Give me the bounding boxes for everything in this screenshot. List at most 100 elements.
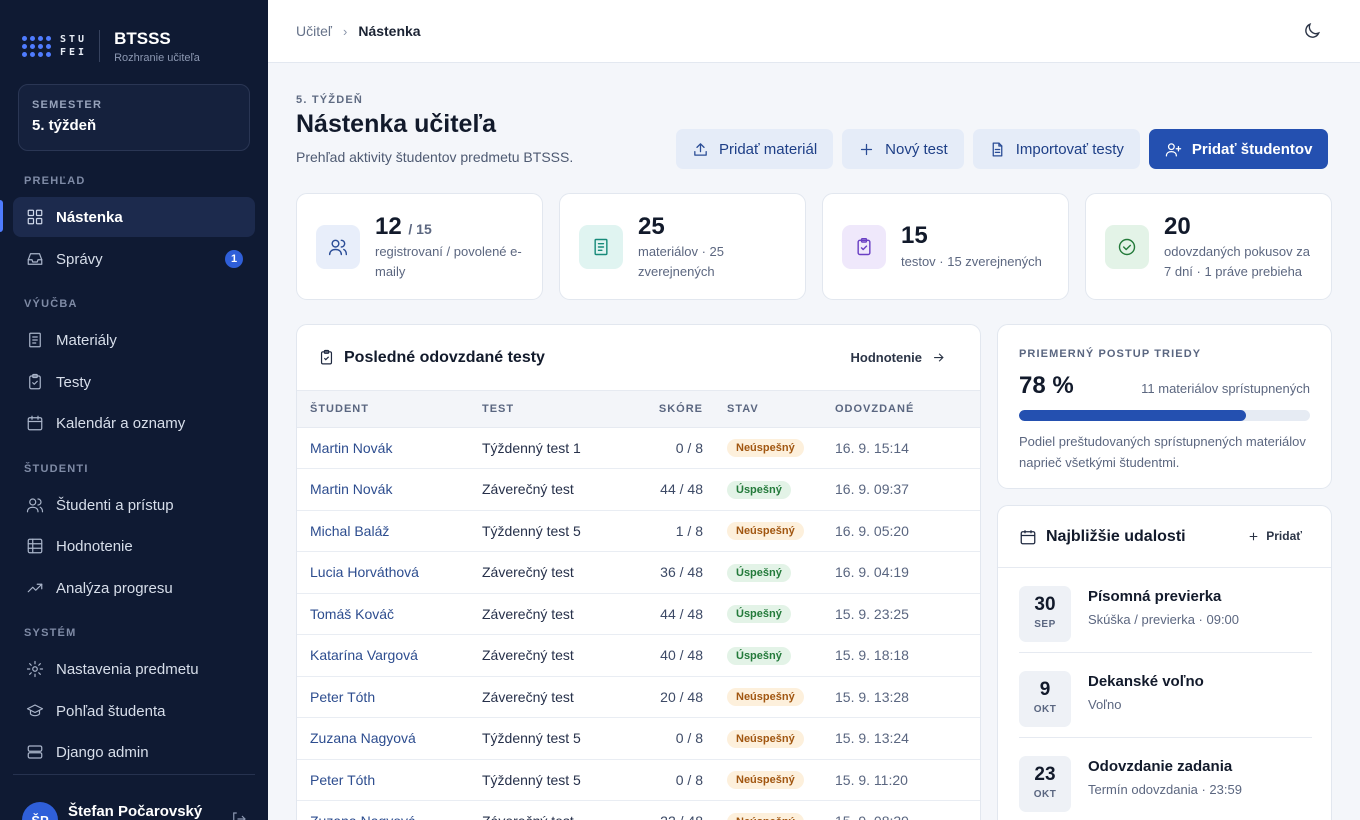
book-icon <box>25 330 45 350</box>
status-cell: Úspešný <box>703 551 835 594</box>
logout-icon[interactable] <box>230 810 248 820</box>
status-badge: Úspešný <box>727 563 791 582</box>
grading-link[interactable]: Hodnotenie <box>851 350 947 365</box>
sidebar-item-students-access[interactable]: Študenti a prístup <box>13 485 255 525</box>
brand[interactable]: STU FEI BTSSS Rozhranie učiteľa <box>22 26 200 66</box>
add-event-button[interactable]: Pridať <box>1247 529 1302 543</box>
import-tests-button[interactable]: Importovať testy <box>972 129 1140 169</box>
student-name[interactable]: Zuzana Nagyová <box>297 717 482 760</box>
moon-icon[interactable] <box>1302 21 1324 43</box>
status-badge: Neúspešný <box>727 729 804 748</box>
sidebar-item-tests[interactable]: Testy <box>13 362 255 402</box>
page-subtitle: Prehľad aktivity študentov predmetu BTSS… <box>296 149 574 165</box>
table-row[interactable]: Martin Novák Týždenný test 10 / 8 Neúspešn… <box>297 427 980 469</box>
test-name: Týždenný test 1 <box>482 427 632 469</box>
submitted-at: 15. 9. 13:24 <box>835 717 980 760</box>
file-text-icon <box>992 141 1003 157</box>
breadcrumb: Učiteľ › Nástenka <box>296 23 421 39</box>
sidebar-divider <box>13 774 255 775</box>
plus-icon <box>1249 532 1258 540</box>
event-month: OKT <box>1033 789 1057 800</box>
student-name[interactable]: Zuzana Nagyová <box>297 800 482 820</box>
semester-value: 5. týždeň <box>32 117 97 134</box>
sidebar-item-grading[interactable]: Hodnotenie <box>13 526 255 566</box>
student-name[interactable]: Lucia Horváthová <box>297 551 482 594</box>
status-cell: Úspešný <box>703 634 835 677</box>
add-students-button[interactable]: Pridať študentov <box>1148 129 1329 169</box>
breadcrumb-parent[interactable]: Učiteľ <box>296 23 332 39</box>
breadcrumb-current: Nástenka <box>358 23 421 39</box>
test-name: Záverečný test <box>482 468 632 511</box>
event-subtitle: Voľno <box>1088 697 1122 712</box>
column-header[interactable]: SKÓRE <box>632 391 703 428</box>
users-icon <box>316 225 360 269</box>
event-month: OKT <box>1033 704 1057 715</box>
brand-subtitle: Rozhranie učiteľa <box>114 51 200 64</box>
action-bar: Pridať materiál Nový test Importovať tes… <box>676 129 1329 169</box>
event-item[interactable]: 30 SEP Písomná previerka Skúška / previerka… <box>1019 568 1312 653</box>
column-header[interactable]: TEST <box>482 391 632 428</box>
student-name[interactable]: Peter Tóth <box>297 759 482 801</box>
sidebar-item-dashboard[interactable]: Nástenka <box>13 197 255 237</box>
column-header[interactable]: ŠTUDENT <box>297 391 482 428</box>
event-item[interactable]: 23 OKT Odovzdanie zadania Termín odovzdania… <box>1019 738 1312 820</box>
table-row[interactable]: Lucia Horváthová Záverečný test 36 / 48 Úsp… <box>297 551 980 594</box>
calendar-icon <box>1020 529 1036 544</box>
score: 44 / 48 <box>632 468 703 511</box>
table-row[interactable]: Peter Tóth Týždenný test 50 / 8 Neúspešný 1… <box>297 759 980 801</box>
table-body: Martin Novák Týždenný test 10 / 8 Neúspešn… <box>297 427 980 820</box>
event-date: 23 OKT <box>1019 756 1071 812</box>
student-name[interactable]: Martin Novák <box>297 427 482 469</box>
column-header[interactable]: ODOVZDANÉ <box>835 391 980 428</box>
users-icon <box>25 495 45 515</box>
table-row[interactable]: Tomáš Kováč Záverečný test 44 / 48 Úspešný 1… <box>297 593 980 635</box>
add-material-button[interactable]: Pridať materiál <box>676 129 834 169</box>
sidebar-item-calendar[interactable]: Kalendár a oznamy <box>13 403 255 443</box>
stat-card-materials: 25 materiálov · 25 zverejnených <box>559 193 806 300</box>
sidebar-item-label: Správy <box>56 250 103 268</box>
status-badge: Úspešný <box>727 605 791 624</box>
event-date: 9 OKT <box>1019 671 1071 727</box>
event-title: Dekanské voľno <box>1088 673 1204 690</box>
sidebar-item-messages[interactable]: Správy 1 <box>13 239 255 279</box>
student-name[interactable]: Tomáš Kováč <box>297 593 482 635</box>
student-name[interactable]: Martin Novák <box>297 468 482 511</box>
submitted-at: 16. 9. 15:14 <box>835 427 980 469</box>
column-header[interactable]: STAV <box>703 391 835 428</box>
status-cell: Úspešný <box>703 593 835 635</box>
week-label: 5. TÝŽDEŇ <box>296 94 364 106</box>
table-row[interactable]: Zuzana NagyováZáverečný test22 / 48 Neúsp… <box>297 800 980 820</box>
score: 40 / 48 <box>632 634 703 677</box>
table-row[interactable]: Michal Baláž Týždenný test 51 / 8 Neúspešn… <box>297 510 980 552</box>
table-row[interactable]: Peter Tóth Záverečný test 20 / 48 Neúspešný… <box>297 676 980 718</box>
student-name[interactable]: Michal Baláž <box>297 510 482 552</box>
stat-description: materiálov · 25 zverejnených <box>638 244 724 279</box>
test-name: Záverečný test <box>482 593 632 635</box>
sidebar-item-course-settings[interactable]: Nastavenia predmetu <box>13 649 255 689</box>
sidebar-item-progress-analysis[interactable]: Analýza progresu <box>13 568 255 608</box>
event-day: 9 <box>1039 679 1051 700</box>
new-test-label: Nový test <box>885 140 948 158</box>
clipboard-check-icon <box>25 372 45 392</box>
sidebar-item-student-view[interactable]: Pohľad študenta <box>13 691 255 731</box>
user-plus-icon <box>1165 142 1182 157</box>
status-cell: Neúspešný <box>703 676 835 718</box>
table-row[interactable]: Katarína Vargová Záverečný test 40 / 48 Úsp… <box>297 634 980 677</box>
user-profile[interactable]: ŠP Štefan Počarovský <box>22 800 202 820</box>
sidebar-item-django-admin[interactable]: Django admin <box>13 732 255 772</box>
event-item[interactable]: 9 OKT Dekanské voľno Voľno <box>1019 653 1312 738</box>
event-subtitle: Skúška / previerka · 09:00 <box>1088 612 1240 627</box>
sidebar-item-label: Analýza progresu <box>56 579 173 597</box>
event-month: SEP <box>1034 619 1056 630</box>
upload-icon <box>694 142 707 156</box>
new-test-button[interactable]: Nový test <box>842 129 964 169</box>
score: 44 / 48 <box>632 593 703 635</box>
sidebar-item-materials[interactable]: Materiály <box>13 320 255 360</box>
table-row[interactable]: Martin Novák Záverečný test 44 / 48 Úspešný… <box>297 468 980 511</box>
recent-tests-card: Posledné odovzdané testy Hodnotenie ŠTUD… <box>296 324 981 820</box>
progress-meta: 11 materiálov sprístupnených <box>1141 381 1310 396</box>
table-icon <box>25 536 45 556</box>
student-name[interactable]: Peter Tóth <box>297 676 482 718</box>
table-row[interactable]: Zuzana Nagyová Týždenný test 50 / 8 Neúspe… <box>297 717 980 760</box>
student-name[interactable]: Katarína Vargová <box>297 634 482 677</box>
